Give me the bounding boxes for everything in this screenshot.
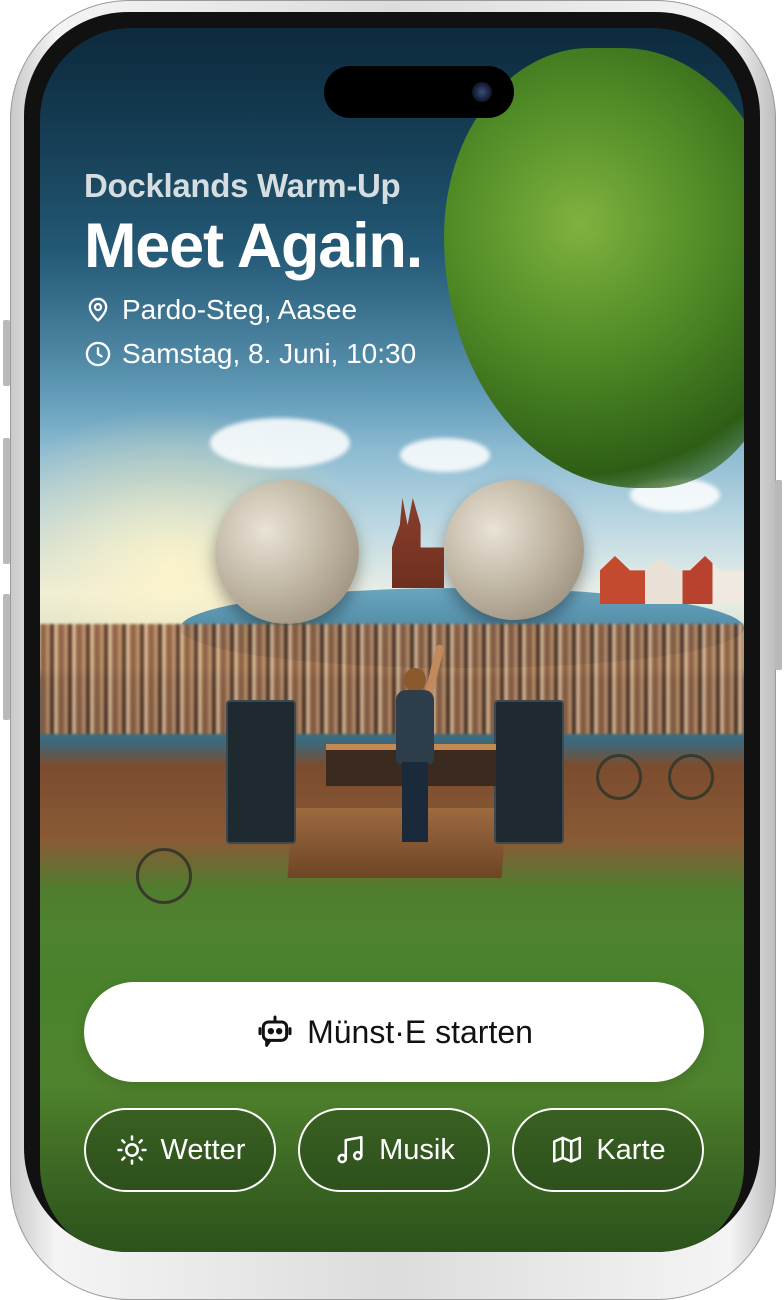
start-assistant-label: Münst·E starten xyxy=(307,1013,533,1050)
bicycle xyxy=(668,754,714,800)
map-label: Karte xyxy=(596,1133,666,1166)
event-datetime-row: Samstag, 8. Juni, 10:30 xyxy=(84,332,422,376)
mute-switch xyxy=(3,320,10,386)
stone-sphere-right xyxy=(444,480,584,620)
robot-chat-icon xyxy=(258,1015,292,1047)
dj-figure xyxy=(390,643,445,848)
power-button xyxy=(775,480,782,670)
speaker-right xyxy=(494,700,564,844)
houses xyxy=(600,556,744,604)
stone-sphere-left xyxy=(215,480,359,624)
event-location: Pardo-Steg, Aasee xyxy=(122,294,358,325)
event-location-row: Pardo-Steg, Aasee xyxy=(84,288,422,332)
event-title: Meet Again. xyxy=(84,211,423,281)
volume-up-button xyxy=(3,438,10,564)
map-button[interactable]: Karte xyxy=(512,1108,704,1192)
music-note-icon xyxy=(337,1135,363,1164)
sun-icon xyxy=(116,1135,147,1165)
start-assistant-button[interactable]: Münst·E starten xyxy=(84,982,704,1082)
grass-shade xyxy=(40,928,744,1252)
volume-down-button xyxy=(3,594,10,720)
bicycle xyxy=(596,754,642,800)
weather-button[interactable]: Wetter xyxy=(84,1108,276,1192)
cloud xyxy=(210,418,350,468)
event-datetime: Samstag, 8. Juni, 10:30 xyxy=(122,338,417,369)
dynamic-island xyxy=(324,66,514,118)
camera-icon xyxy=(472,82,492,102)
music-label: Musik xyxy=(379,1133,455,1166)
weather-label: Wetter xyxy=(160,1133,246,1166)
church xyxy=(392,498,444,588)
event-info: Docklands Warm-Up Meet Again. Pardo-Steg… xyxy=(84,164,423,376)
bicycle xyxy=(136,848,192,904)
app-screen: Docklands Warm-Up Meet Again. Pardo-Steg… xyxy=(40,28,744,1252)
cloud xyxy=(400,438,490,472)
phone-screen-bezel: Docklands Warm-Up Meet Again. Pardo-Steg… xyxy=(24,12,760,1252)
music-button[interactable]: Musik xyxy=(298,1108,490,1192)
map-icon xyxy=(553,1136,582,1163)
clock-icon xyxy=(85,341,111,367)
event-series: Docklands Warm-Up xyxy=(84,167,401,204)
speaker-left xyxy=(226,700,296,844)
location-pin-icon xyxy=(88,297,108,322)
